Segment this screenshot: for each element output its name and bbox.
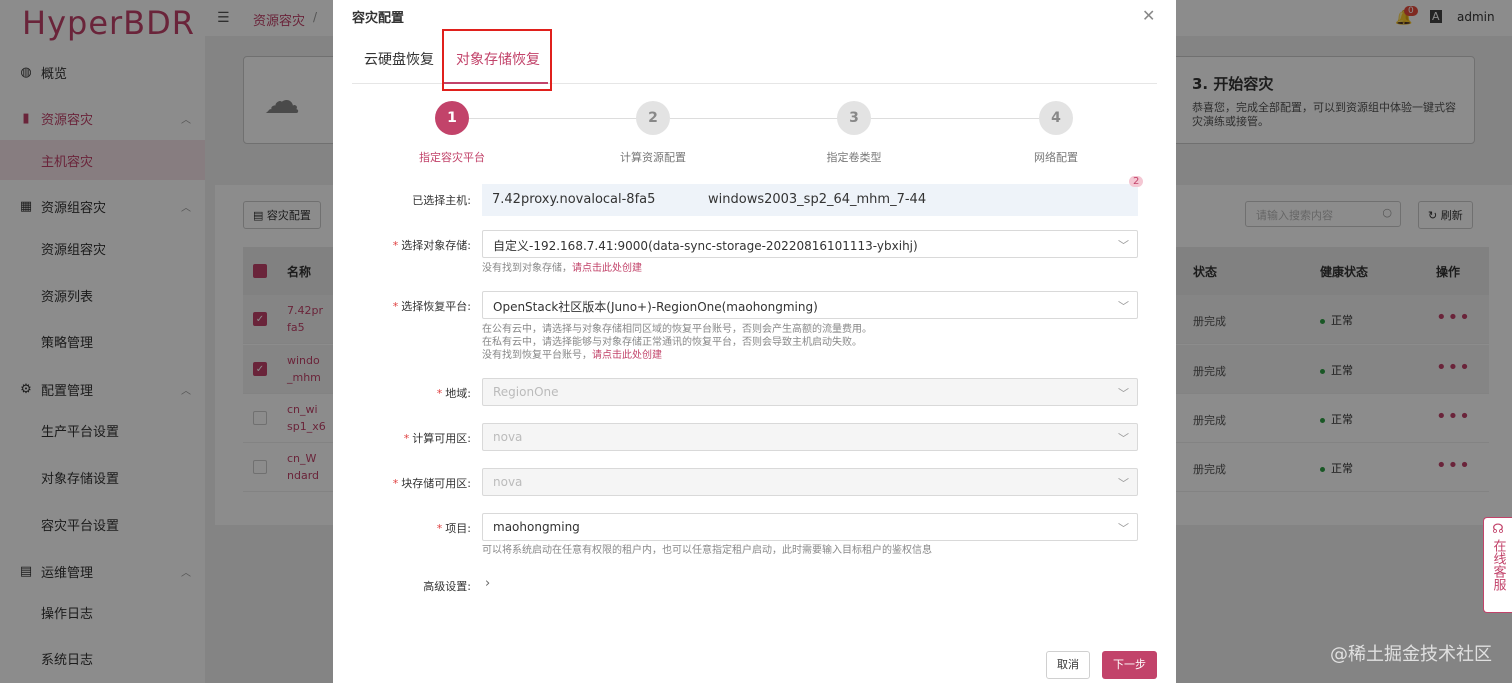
recovery-platform-hint: 在公有云中，请选择与对象存储相同区域的恢复平台账号，否则会产生高额的流量费用。 …: [482, 323, 872, 362]
project-hint: 可以将系统启动在任意有权限的租户内，也可以任意指定租户启动，此时需要输入目标租户…: [482, 545, 932, 556]
dialog-title: 容灾配置: [352, 11, 405, 26]
step-3-indicator: 3: [837, 101, 871, 135]
step-connector: [670, 118, 838, 119]
step-connector: [469, 118, 637, 119]
recovery-platform-value: OpenStack社区版本(Juno+)-RegionOne(maohongmi…: [493, 300, 818, 314]
storage-zone-value: nova: [493, 475, 523, 489]
step-2-label: 计算资源配置: [620, 151, 686, 164]
selected-hosts-label: 已选择主机:: [412, 194, 471, 207]
recovery-platform-hint-3: 没有找到恢复平台账号，: [482, 350, 592, 361]
chevron-down-icon: ﹀: [1118, 387, 1129, 400]
dr-config-dialog: 容灾配置 ✕ 云硬盘恢复 对象存储恢复 1 2 3 4 指定容灾平台 计算资源配…: [333, 0, 1176, 683]
storage-zone-select: nova ﹀: [482, 468, 1138, 496]
online-service-label: 在线客服: [1490, 539, 1506, 591]
object-storage-label: * 选择对象存储:: [392, 239, 471, 252]
step-1-indicator: 1: [435, 101, 469, 135]
chevron-down-icon: ﹀: [1118, 239, 1129, 252]
object-storage-label-text: 选择对象存储:: [401, 239, 471, 252]
create-recovery-platform-link[interactable]: 请点击此处创建: [592, 350, 662, 361]
step-1-label: 指定容灾平台: [419, 151, 485, 164]
selected-hosts-box: 7.42proxy.novalocal-8fa5 windows2003_sp2…: [482, 184, 1138, 216]
selected-count-badge: 2: [1129, 176, 1144, 187]
recovery-platform-label-text: 选择恢复平台:: [401, 300, 471, 313]
headset-icon: ☊: [1492, 522, 1504, 537]
advanced-settings-label: 高级设置:: [423, 580, 471, 593]
project-label: * 项目:: [436, 522, 471, 535]
compute-zone-label: * 计算可用区:: [403, 432, 471, 445]
online-service-tab[interactable]: ☊ 在线客服: [1483, 517, 1512, 613]
project-label-text: 项目:: [445, 522, 471, 535]
selected-host: 7.42proxy.novalocal-8fa5: [492, 192, 656, 207]
create-object-storage-link[interactable]: 请点击此处创建: [572, 263, 642, 274]
highlight-annotation-box: [442, 29, 552, 91]
chevron-right-icon[interactable]: ›: [485, 576, 490, 591]
region-value: RegionOne: [493, 385, 559, 399]
region-select: RegionOne ﹀: [482, 378, 1138, 406]
compute-zone-select: nova ﹀: [482, 423, 1138, 451]
object-storage-hint-text: 没有找到对象存储，: [482, 263, 572, 274]
step-2-indicator: 2: [636, 101, 670, 135]
selected-host: windows2003_sp2_64_mhm_7-44: [708, 192, 927, 207]
step-3-label: 指定卷类型: [826, 151, 882, 164]
chevron-down-icon: ﹀: [1118, 477, 1129, 490]
recovery-platform-select[interactable]: OpenStack社区版本(Juno+)-RegionOne(maohongmi…: [482, 291, 1138, 319]
storage-zone-label-text: 块存储可用区:: [401, 477, 471, 490]
compute-zone-label-text: 计算可用区:: [412, 432, 471, 445]
storage-zone-label: * 块存储可用区:: [392, 477, 471, 490]
region-label-text: 地域:: [445, 387, 471, 400]
project-select[interactable]: maohongming ﹀: [482, 513, 1138, 541]
recovery-platform-hint-2: 在私有云中，请选择能够与对象存储正常通讯的恢复平台，否则会导致主机启动失败。: [482, 337, 862, 348]
close-icon[interactable]: ✕: [1142, 6, 1155, 25]
tab-cloud-disk-recovery[interactable]: 云硬盘恢复: [364, 49, 434, 69]
compute-zone-value: nova: [493, 430, 523, 444]
chevron-down-icon: ﹀: [1118, 522, 1129, 535]
step-4-indicator: 4: [1039, 101, 1073, 135]
recovery-platform-label: * 选择恢复平台:: [392, 300, 471, 313]
next-step-button[interactable]: 下一步: [1102, 651, 1157, 679]
watermark: @稀土掘金技术社区: [1330, 644, 1492, 665]
cancel-button[interactable]: 取消: [1046, 651, 1090, 679]
region-label: * 地域:: [436, 387, 471, 400]
chevron-down-icon: ﹀: [1118, 432, 1129, 445]
object-storage-value: 自定义-192.168.7.41:9000(data-sync-storage-…: [493, 239, 918, 253]
object-storage-hint: 没有找到对象存储，请点击此处创建: [482, 262, 642, 275]
object-storage-select[interactable]: 自定义-192.168.7.41:9000(data-sync-storage-…: [482, 230, 1138, 258]
recovery-platform-hint-1: 在公有云中，请选择与对象存储相同区域的恢复平台账号，否则会产生高额的流量费用。: [482, 324, 872, 335]
project-value: maohongming: [493, 520, 580, 534]
step-connector: [871, 118, 1039, 119]
chevron-down-icon: ﹀: [1118, 300, 1129, 313]
step-4-label: 网络配置: [1034, 151, 1078, 164]
